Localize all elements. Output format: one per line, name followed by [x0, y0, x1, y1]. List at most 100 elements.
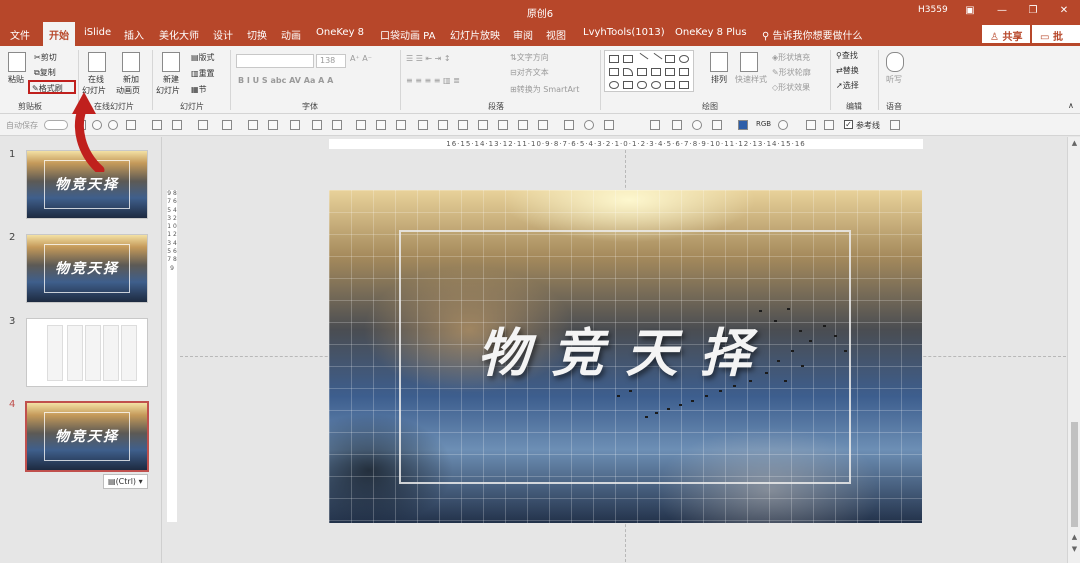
align-center-icon[interactable]	[458, 120, 468, 130]
minimize-icon[interactable]: —	[992, 3, 1012, 19]
curve-shape-icon[interactable]	[609, 81, 619, 89]
font-grow-icon[interactable]: A⁺ A⁻	[350, 54, 372, 63]
collapse-ribbon-icon[interactable]: ∧	[1068, 101, 1074, 110]
slide-thumbnail-3[interactable]	[26, 318, 148, 387]
align-right-icon[interactable]	[478, 120, 488, 130]
maximize-icon[interactable]: ❐	[1023, 3, 1043, 19]
tab-animations[interactable]: 动画	[281, 27, 301, 42]
arrange-icon[interactable]	[710, 52, 728, 72]
curved-connector-icon[interactable]	[651, 68, 661, 76]
select-button[interactable]: ➚选择	[836, 80, 859, 91]
chart-icon[interactable]	[396, 120, 406, 130]
comments-button[interactable]: ▭ 批注	[1032, 25, 1080, 58]
scroll-down-icon[interactable]: ▼	[1070, 545, 1079, 553]
send-backward-icon[interactable]	[312, 120, 322, 130]
arrange-label[interactable]: 排列	[711, 74, 727, 85]
tell-me-search[interactable]: ⚲ 告诉我你想要做什么	[762, 27, 863, 42]
align-bottom-icon[interactable]	[538, 120, 548, 130]
eyedropper-icon[interactable]	[778, 120, 788, 130]
star-shape-icon[interactable]	[679, 81, 689, 89]
tab-file[interactable]: 文件	[10, 27, 30, 42]
align-middle-icon[interactable]	[518, 120, 528, 130]
bracket-shape-icon[interactable]	[651, 81, 661, 89]
distribute-icon[interactable]	[604, 120, 614, 130]
paste-icon[interactable]	[8, 52, 26, 72]
font-color-icon[interactable]	[222, 120, 232, 130]
shape-tweak-icon[interactable]	[824, 120, 834, 130]
cut-button[interactable]: ✂剪切	[34, 52, 57, 63]
quick-styles-label[interactable]: 快速样式	[735, 74, 767, 85]
align-text-button[interactable]: ⊟对齐文本	[510, 67, 549, 78]
align-top-icon[interactable]	[498, 120, 508, 130]
shape-effects-button[interactable]: ◇形状效果	[772, 82, 810, 93]
close-icon[interactable]: ✕	[1054, 3, 1074, 19]
align-icons[interactable]: ≡ ≡ ≡ ≡ ▥ ≣	[406, 76, 460, 85]
scrollbar-thumb[interactable]	[1071, 422, 1078, 527]
textbox-shape-icon[interactable]	[609, 55, 619, 63]
picture-icon[interactable]	[356, 120, 366, 130]
rectangle-shape-icon[interactable]	[665, 55, 675, 63]
scroll-up-icon[interactable]: ▲	[1070, 139, 1079, 147]
tab-onekey8plus[interactable]: OneKey 8 Plus	[675, 27, 747, 38]
rounded-rect-shape-icon[interactable]	[609, 68, 619, 76]
tab-meihua[interactable]: 美化大师	[159, 27, 199, 42]
line-color-icon[interactable]	[198, 120, 208, 130]
star-icon[interactable]	[418, 120, 428, 130]
quick-styles-icon[interactable]	[740, 52, 758, 72]
paste-label[interactable]: 粘贴	[8, 74, 24, 85]
tab-lvyhtools[interactable]: LvyhTools(1013)	[583, 27, 665, 38]
copy-button[interactable]: ⧉复制	[34, 67, 56, 78]
autosave-toggle[interactable]	[44, 120, 68, 130]
bring-forward-icon[interactable]	[290, 120, 300, 130]
crop-tool-icon[interactable]	[564, 120, 574, 130]
slide-title[interactable]: 物竞天择	[329, 311, 922, 386]
reset-button[interactable]: ▥重置	[191, 68, 215, 79]
section-button[interactable]: ▦节	[191, 84, 207, 95]
vertical-scrollbar[interactable]: ▲ ▲ ▼	[1067, 137, 1080, 563]
font-size-input[interactable]: 138	[316, 54, 346, 68]
tab-transitions[interactable]: 切换	[247, 27, 267, 42]
scroll-down-icon[interactable]: ▲	[1070, 533, 1079, 541]
size-icon[interactable]	[650, 120, 660, 130]
brace-shape-icon[interactable]	[665, 81, 675, 89]
share-button[interactable]: ♙ 共享	[982, 25, 1031, 43]
ungroup-icon[interactable]	[268, 120, 278, 130]
line-shape-icon[interactable]	[635, 52, 649, 66]
fill-color-icon[interactable]	[172, 120, 182, 130]
arc-shape-icon[interactable]	[637, 81, 647, 89]
tab-home[interactable]: 开始	[43, 22, 75, 46]
elbow-connector-icon[interactable]	[637, 68, 647, 76]
tab-review[interactable]: 审阅	[513, 27, 533, 42]
list-icons[interactable]: ☰ ☰ ⇤ ⇥ ↕	[406, 54, 451, 63]
ribbon-display-icon[interactable]: ▣	[960, 3, 980, 19]
align-icon[interactable]	[126, 120, 136, 130]
new-slide-icon[interactable]	[162, 52, 180, 72]
align-left-icon[interactable]	[438, 120, 448, 130]
customize-qat-icon[interactable]	[890, 120, 900, 130]
tab-islide[interactable]: iSlide	[84, 27, 111, 38]
tab-design[interactable]: 设计	[213, 27, 233, 42]
vertical-textbox-shape-icon[interactable]	[623, 55, 633, 63]
user-name[interactable]: H3559	[918, 5, 948, 15]
triangle-shape-icon[interactable]	[623, 68, 633, 76]
color-square-icon[interactable]	[738, 120, 748, 130]
rgb-label[interactable]: RGB	[756, 120, 771, 128]
text-direction-button[interactable]: ⇅文字方向	[510, 52, 549, 63]
freeform-shape-icon[interactable]	[623, 81, 633, 89]
down-arrow-shape-icon[interactable]	[679, 68, 689, 76]
slide-thumbnail-2[interactable]: 物竞天择	[26, 234, 148, 303]
dictate-label[interactable]: 听写	[886, 74, 902, 85]
new-anim-page-icon[interactable]	[122, 52, 140, 72]
paste-options-button[interactable]: ▤(Ctrl) ▾	[103, 474, 148, 489]
target-icon[interactable]	[584, 120, 594, 130]
crop-icon[interactable]	[376, 120, 386, 130]
tab-insert[interactable]: 插入	[124, 27, 144, 42]
font-style-icons[interactable]: B I U S abc AV Aa A A	[238, 76, 333, 85]
group-objects-icon[interactable]	[248, 120, 258, 130]
shape-icon[interactable]	[332, 120, 342, 130]
tab-slideshow[interactable]: 幻灯片放映	[450, 27, 500, 42]
smartart-button[interactable]: ⊞转换为 SmartArt	[510, 84, 579, 95]
shape-fill-button[interactable]: ◈形状填充	[772, 52, 810, 63]
shapes-gallery[interactable]	[604, 50, 694, 92]
tab-onekey8[interactable]: OneKey 8	[316, 27, 364, 38]
